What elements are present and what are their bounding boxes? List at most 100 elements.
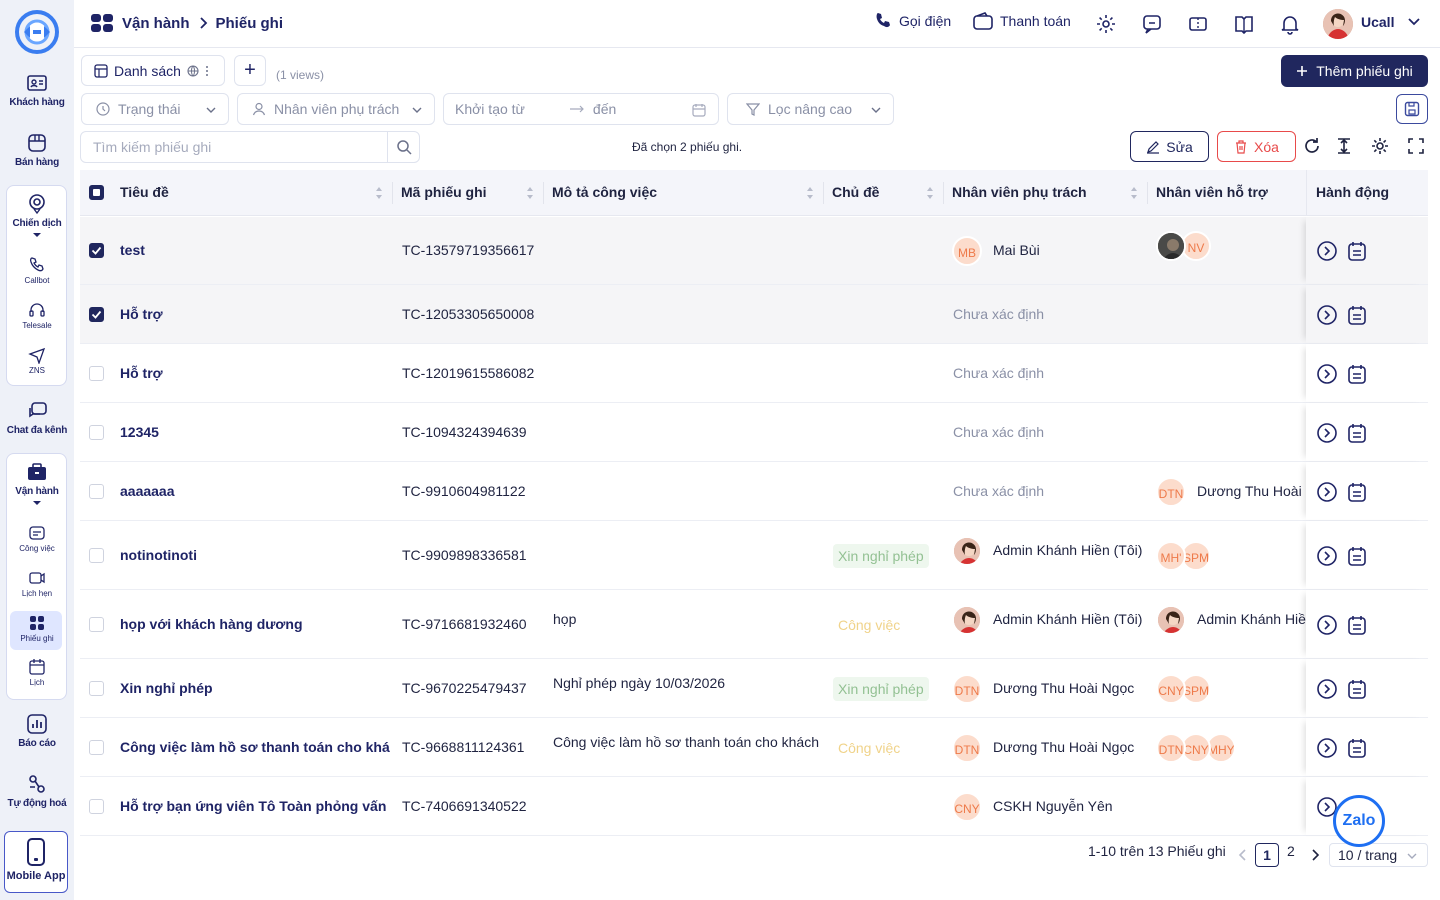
column-code[interactable]: Mã phiếu ghi — [401, 184, 487, 200]
open-detail-icon[interactable] — [1316, 614, 1338, 636]
ticket-title[interactable]: Công việc làm hồ sơ thanh toán cho khách — [120, 739, 390, 755]
status-filter[interactable]: Trạng thái — [81, 93, 229, 125]
add-ticket-button[interactable]: Thêm phiếu ghi — [1281, 55, 1428, 87]
row-checkbox[interactable] — [89, 424, 104, 440]
table-row[interactable]: Hỗ trợ TC-12053305650008 Chưa xác định — [80, 285, 1428, 344]
notes-icon[interactable] — [1346, 240, 1368, 262]
sort-icon[interactable] — [526, 186, 534, 200]
sidebar-item-omnichat[interactable]: Chat đa kênh — [0, 400, 74, 436]
bell-icon[interactable] — [1279, 13, 1301, 35]
column-description[interactable]: Mô tả công việc — [552, 184, 657, 200]
notes-icon[interactable] — [1346, 304, 1368, 326]
table-row[interactable]: họp với khách hàng dương TC-9716681932460… — [80, 590, 1428, 659]
created-to-input[interactable]: đến — [593, 101, 616, 117]
ticket-title[interactable]: Hỗ trợ bạn ứng viên Tô Toàn phỏng vấn — [120, 798, 390, 814]
fullscreen-icon[interactable] — [1406, 136, 1426, 156]
row-checkbox[interactable] — [89, 306, 104, 322]
notes-icon[interactable] — [1346, 545, 1368, 567]
zalo-chat-widget[interactable]: Zalo — [1333, 795, 1385, 847]
search-button[interactable] — [387, 132, 419, 162]
sidebar-item-automation[interactable]: Tự động hoá — [0, 773, 74, 809]
more-vertical-icon[interactable] — [205, 65, 209, 77]
sidebar-sub-tickets[interactable]: Phiếu ghi — [0, 614, 74, 643]
sidebar-sub-appointments[interactable]: Lịch hẹn — [0, 569, 74, 598]
chevron-left-icon[interactable] — [1238, 849, 1248, 861]
select-all-checkbox[interactable] — [89, 185, 104, 200]
table-row[interactable]: Hỗ trợ TC-12019615586082 Chưa xác định — [80, 344, 1428, 403]
table-row[interactable]: Công việc làm hồ sơ thanh toán cho khách… — [80, 718, 1428, 777]
notes-icon[interactable] — [1346, 422, 1368, 444]
breadcrumb-parent[interactable]: Vận hành — [122, 15, 190, 32]
assignee-filter[interactable]: Nhân viên phụ trách — [237, 93, 435, 125]
open-detail-icon[interactable] — [1316, 304, 1338, 326]
sidebar-sub-telesale[interactable]: Telesale — [0, 301, 74, 330]
ticket-outline-icon[interactable] — [1187, 13, 1209, 35]
advanced-filter[interactable]: Lọc nâng cao — [727, 93, 894, 125]
refresh-icon[interactable] — [1302, 136, 1322, 156]
sidebar-sub-calendar[interactable]: Lịch — [0, 658, 74, 687]
page-2-button[interactable]: 2 — [1287, 843, 1295, 859]
sidebar-sub-tasks[interactable]: Công việc — [0, 524, 74, 553]
sidebar-sub-zns[interactable]: ZNS — [0, 346, 74, 375]
open-detail-icon[interactable] — [1316, 422, 1338, 444]
notes-icon[interactable] — [1346, 678, 1368, 700]
created-from-input[interactable]: Khởi tạo từ — [455, 101, 525, 117]
ticket-title[interactable]: họp với khách hàng dương — [120, 616, 390, 632]
sidebar-item-reports[interactable]: Báo cáo — [0, 713, 74, 749]
table-row[interactable]: 12345 TC-1094324394639 Chưa xác định — [80, 403, 1428, 462]
ticket-title[interactable]: 12345 — [120, 424, 390, 440]
sidebar-item-campaign[interactable]: Chiến dịch — [0, 193, 74, 237]
table-row[interactable]: aaaaaaa TC-9910604981122 Chưa xác định DTN D… — [80, 462, 1428, 521]
page-1-button[interactable]: 1 — [1255, 843, 1279, 867]
sort-icon[interactable] — [375, 186, 383, 200]
created-date-range[interactable]: Khởi tạo từ đến — [443, 93, 719, 125]
row-checkbox[interactable] — [89, 798, 104, 814]
table-row[interactable]: Hỗ trợ bạn ứng viên Tô Toàn phỏng vấn TC-… — [80, 777, 1428, 836]
open-detail-icon[interactable] — [1316, 481, 1338, 503]
chevron-right-icon[interactable] — [1310, 849, 1320, 861]
payment-button[interactable]: Thanh toán — [973, 12, 1071, 30]
row-height-icon[interactable] — [1334, 136, 1354, 156]
column-assignee[interactable]: Nhân viên phụ trách — [952, 184, 1087, 200]
ticket-title[interactable]: Hỗ trợ — [120, 365, 390, 381]
sort-icon[interactable] — [1130, 186, 1138, 200]
open-detail-icon[interactable] — [1316, 678, 1338, 700]
column-support[interactable]: Nhân viên hỗ trợ — [1156, 184, 1268, 200]
table-row[interactable]: test TC-13579719356617 MB Mai Bùi NV — [80, 217, 1428, 285]
sidebar-item-customers[interactable]: Khách hàng — [0, 72, 74, 108]
notes-icon[interactable] — [1346, 614, 1368, 636]
row-checkbox[interactable] — [89, 243, 104, 258]
ticket-title[interactable]: notinotinoti — [120, 547, 390, 563]
sidebar-item-mobile-app[interactable]: Mobile App — [4, 831, 68, 893]
user-avatar[interactable] — [1323, 9, 1353, 39]
notes-icon[interactable] — [1346, 363, 1368, 385]
open-detail-icon[interactable] — [1316, 737, 1338, 759]
table-row[interactable]: Xin nghỉ phép TC-9670225479437 Nghỉ phép n… — [80, 659, 1428, 718]
table-row[interactable]: notinotinoti TC-9909898336581 Xin nghỉ phé… — [80, 521, 1428, 590]
user-menu[interactable]: Ucall — [1361, 14, 1421, 30]
calendar-icon[interactable] — [692, 103, 706, 117]
ticket-title[interactable]: Hỗ trợ — [120, 306, 390, 322]
row-checkbox[interactable] — [89, 365, 104, 381]
column-topic[interactable]: Chủ đề — [832, 184, 879, 200]
ticket-title[interactable]: test — [120, 242, 390, 258]
column-title[interactable]: Tiêu đề — [120, 184, 169, 200]
sidebar-item-sales[interactable]: Bán hàng — [0, 132, 74, 168]
sort-icon[interactable] — [926, 186, 934, 200]
open-detail-icon[interactable] — [1316, 240, 1338, 262]
sidebar-item-operations[interactable]: Vận hành — [0, 461, 74, 505]
column-settings-icon[interactable] — [1370, 136, 1390, 156]
sidebar-sub-callbot[interactable]: Callbot — [0, 256, 74, 285]
row-checkbox[interactable] — [89, 483, 104, 499]
page-size-select[interactable]: 10 / trang — [1329, 843, 1428, 867]
notes-icon[interactable] — [1346, 481, 1368, 503]
open-detail-icon[interactable] — [1316, 363, 1338, 385]
message-icon[interactable] — [1141, 13, 1163, 35]
app-logo[interactable] — [14, 10, 60, 54]
notes-icon[interactable] — [1346, 737, 1368, 759]
settings-icon[interactable] — [1095, 13, 1117, 35]
row-checkbox[interactable] — [89, 547, 104, 563]
search-input[interactable] — [81, 132, 389, 162]
open-detail-icon[interactable] — [1316, 545, 1338, 567]
add-view-button[interactable]: + — [234, 55, 266, 86]
